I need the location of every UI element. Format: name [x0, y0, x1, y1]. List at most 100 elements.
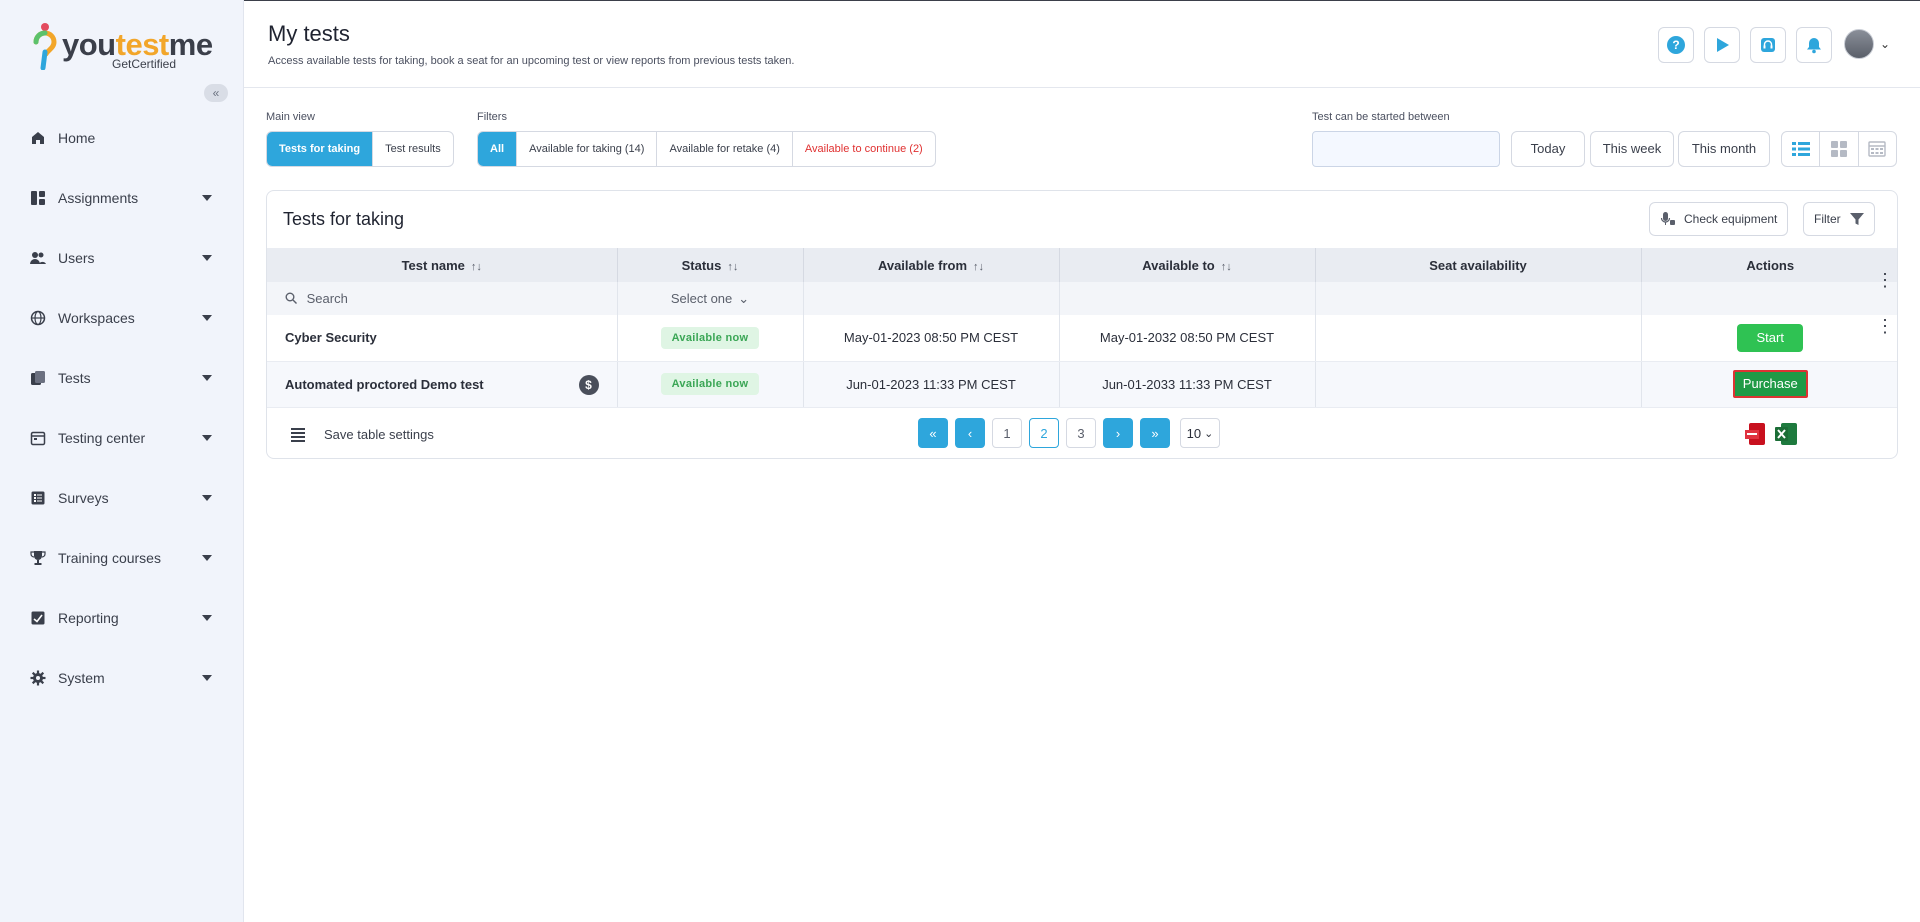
today-button[interactable]: Today — [1511, 131, 1585, 167]
date-range-input[interactable] — [1312, 131, 1500, 167]
pdf-export-icon[interactable] — [1745, 423, 1767, 445]
column-header-test-name[interactable]: Test name ↑↓ — [267, 248, 618, 282]
sidebar-item-assignments[interactable]: Assignments — [0, 168, 244, 228]
main-view-label: Main view — [266, 111, 315, 123]
avatar[interactable] — [1844, 29, 1874, 59]
status-badge: Available now — [660, 373, 760, 395]
column-header-available-to[interactable]: Available to ↑↓ — [1059, 248, 1316, 282]
prev-page-button[interactable]: ‹ — [955, 418, 985, 448]
trophy-icon — [30, 550, 46, 566]
sidebar-item-home[interactable]: Home — [0, 108, 244, 168]
tab-tests-for-taking[interactable]: Tests for taking — [267, 132, 374, 166]
chevron-down-icon — [202, 315, 212, 321]
sidebar-item-workspaces[interactable]: Workspaces — [0, 288, 244, 348]
sidebar-item-reporting[interactable]: Reporting — [0, 588, 244, 648]
table-footer: Save table settings « ‹ 1 2 3 › » 10 ⌄ — [267, 409, 1897, 458]
last-page-button[interactable]: » — [1140, 418, 1170, 448]
available-from-cell: May-01-2023 08:50 PM CEST — [803, 315, 1060, 362]
this-month-button[interactable]: This month — [1678, 131, 1770, 167]
main-view-toggle: Tests for taking Test results — [266, 131, 454, 167]
help-button[interactable]: ? — [1658, 27, 1694, 63]
sidebar-item-label: Assignments — [58, 190, 139, 206]
start-button[interactable]: Start — [1737, 323, 1804, 352]
status-select[interactable]: Select one ⌄ — [617, 282, 804, 315]
sidebar-item-training-courses[interactable]: Training courses — [0, 528, 244, 588]
column-header-available-from[interactable]: Available from ↑↓ — [803, 248, 1060, 282]
sort-icon[interactable]: ↑↓ — [973, 261, 984, 273]
first-page-button[interactable]: « — [918, 418, 948, 448]
page-1-button[interactable]: 1 — [992, 418, 1022, 448]
microphone-camera-icon — [1660, 212, 1675, 225]
play-tutorial-button[interactable] — [1704, 27, 1740, 63]
bell-icon — [1807, 38, 1821, 54]
sidebar-item-users[interactable]: Users — [0, 228, 244, 288]
sidebar-item-surveys[interactable]: Surveys — [0, 468, 244, 528]
chevron-down-icon — [202, 255, 212, 261]
column-header-status[interactable]: Status ↑↓ — [617, 248, 804, 282]
tab-test-results[interactable]: Test results — [373, 132, 453, 166]
page-2-button[interactable]: 2 — [1029, 418, 1059, 448]
headset-icon — [1761, 38, 1775, 52]
collapse-sidebar-button[interactable]: « — [204, 84, 228, 102]
save-table-settings-button[interactable]: Save table settings — [324, 427, 434, 442]
calendar-view-icon — [1868, 141, 1887, 157]
chevron-down-icon — [202, 495, 212, 501]
sort-icon[interactable]: ↑↓ — [1221, 261, 1232, 273]
check-equipment-label: Check equipment — [1684, 212, 1778, 226]
chevron-down-icon — [202, 435, 212, 441]
sort-icon[interactable]: ↑↓ — [727, 261, 738, 273]
chevron-right-icon: › — [1115, 425, 1121, 441]
support-button[interactable] — [1750, 27, 1786, 63]
home-icon — [30, 130, 46, 146]
chevron-down-icon — [202, 555, 212, 561]
sidebar-item-label: System — [58, 670, 105, 686]
filter-available-for-taking[interactable]: Available for taking (14) — [517, 132, 658, 166]
sidebar-item-testing-center[interactable]: Testing center — [0, 408, 244, 468]
table-row: Automated proctored Demo test $ Availabl… — [267, 361, 1897, 408]
list-view-button[interactable] — [1782, 132, 1821, 166]
sidebar-item-label: Surveys — [58, 490, 109, 506]
available-to-cell: Jun-01-2033 11:33 PM CEST — [1059, 361, 1316, 408]
filter-all[interactable]: All — [478, 132, 518, 166]
test-name-cell[interactable]: Cyber Security — [267, 315, 618, 362]
status-badge: Available now — [660, 326, 760, 349]
page-3-button[interactable]: 3 — [1066, 418, 1096, 448]
filter-available-for-retake[interactable]: Available for retake (4) — [657, 132, 793, 166]
tests-card: Tests for taking Check equipment Filter … — [266, 190, 1898, 459]
sort-icon[interactable]: ↑↓ — [471, 261, 482, 273]
sidebar-item-label: Workspaces — [58, 310, 135, 326]
page-subtitle: Access available tests for taking, book … — [268, 55, 795, 67]
tests-table: Test name ↑↓ Status ↑↓ Available from ↑↓ Av… — [267, 248, 1897, 408]
page-title: My tests — [268, 21, 350, 46]
sidebar-item-tests[interactable]: Tests — [0, 348, 244, 408]
check-equipment-button[interactable]: Check equipment — [1649, 202, 1789, 236]
double-chevron-left-icon: « — [929, 425, 937, 441]
grid-view-button[interactable] — [1820, 132, 1859, 166]
double-chevron-right-icon: » — [1151, 425, 1159, 441]
surveys-icon — [30, 490, 46, 506]
filter-available-to-continue[interactable]: Available to continue (2) — [793, 132, 935, 166]
search-input[interactable]: Search — [267, 282, 618, 315]
chevron-left-icon: ‹ — [967, 425, 973, 441]
seat-availability-cell — [1315, 315, 1642, 362]
notifications-button[interactable] — [1796, 27, 1832, 63]
calendar-view-button[interactable] — [1859, 132, 1896, 166]
purchase-button[interactable]: Purchase — [1732, 370, 1808, 398]
assignments-icon — [30, 190, 46, 206]
page-size-select[interactable]: 10 ⌄ — [1180, 418, 1220, 448]
price-icon: $ — [578, 374, 599, 395]
sidebar-item-label: Tests — [58, 370, 91, 386]
chevron-down-icon[interactable]: ⌄ — [1880, 37, 1890, 51]
filter-button[interactable]: Filter — [1803, 202, 1875, 236]
next-page-button[interactable]: › — [1103, 418, 1133, 448]
search-icon — [285, 292, 297, 304]
excel-export-icon[interactable] — [1775, 423, 1797, 445]
list-view-icon — [1791, 142, 1810, 156]
list-settings-icon[interactable] — [291, 428, 307, 442]
this-week-button[interactable]: This week — [1590, 131, 1674, 167]
seat-availability-cell — [1315, 361, 1642, 408]
sidebar-item-system[interactable]: System — [0, 648, 244, 708]
row-actions-menu-icon[interactable]: ⋮ — [1876, 316, 1894, 337]
row-actions-menu-icon[interactable]: ⋮ — [1876, 270, 1894, 291]
test-name-cell[interactable]: Automated proctored Demo test $ — [267, 361, 618, 408]
